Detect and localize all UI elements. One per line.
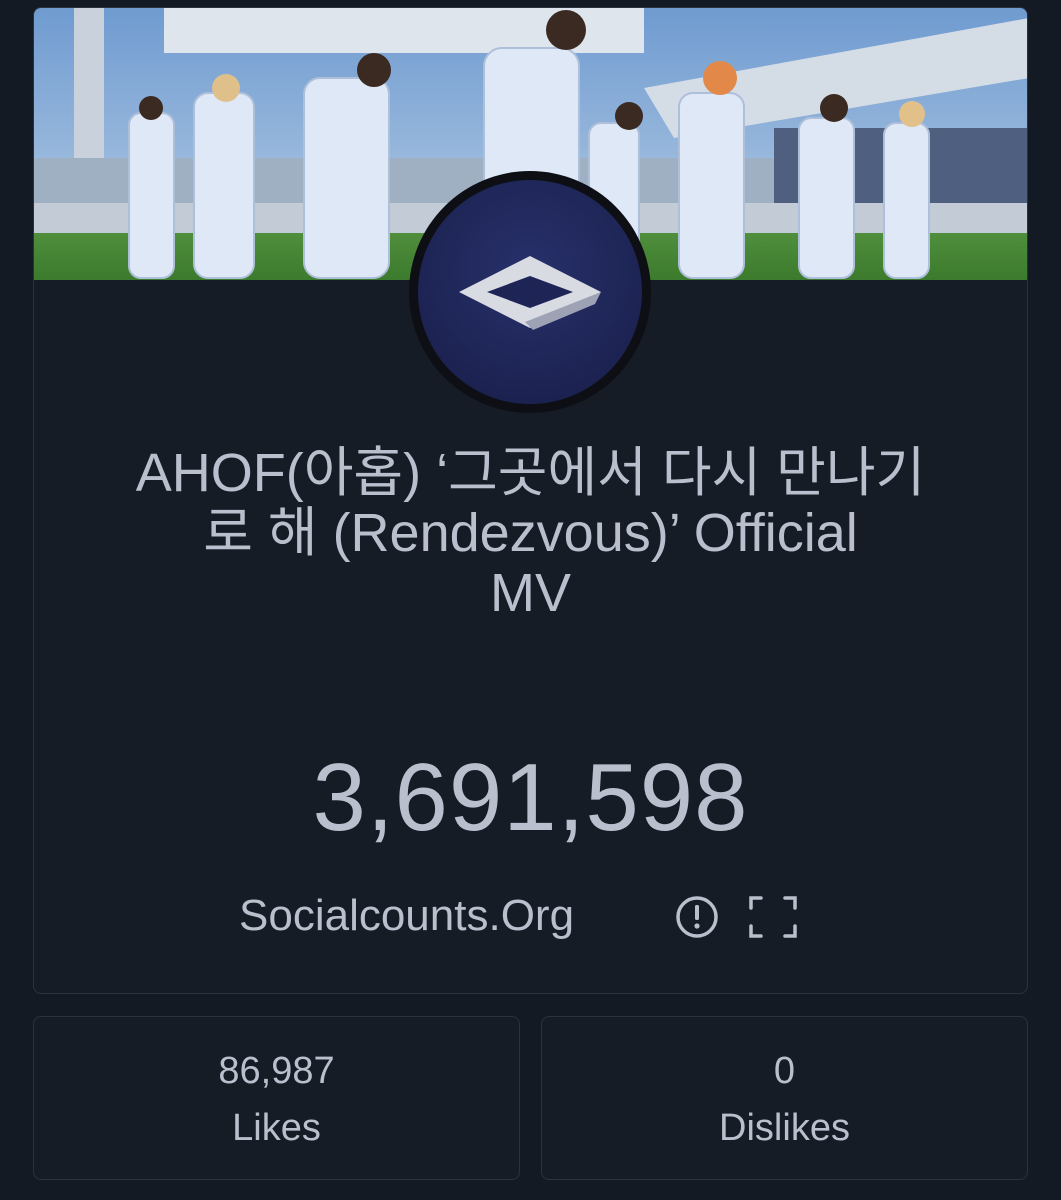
diamond-logo-icon — [459, 256, 601, 330]
title-line-2: 로 해 (Rendezvous)’ Official — [203, 503, 858, 563]
view-count: 3,691,598 — [312, 744, 749, 851]
source-label[interactable]: Socialcounts.Org — [239, 888, 574, 944]
title-line-3: MV — [490, 563, 571, 623]
likes-value: 86,987 — [218, 1050, 335, 1092]
info-circle-icon[interactable] — [674, 894, 720, 940]
channel-avatar[interactable] — [409, 171, 651, 413]
video-title: AHOF(아홉) ‘그곳에서 다시 만나기 로 해 (Rendezvous)’ … — [34, 443, 1027, 623]
fullscreen-icon[interactable] — [747, 894, 799, 940]
likes-label: Likes — [232, 1107, 321, 1149]
dislikes-value: 0 — [773, 1050, 796, 1092]
dislikes-card: 0 Dislikes — [541, 1016, 1028, 1180]
title-line-1: AHOF(아홉) ‘그곳에서 다시 만나기 — [135, 443, 926, 503]
counter-card: AHOF(아홉) ‘그곳에서 다시 만나기 로 해 (Rendezvous)’ … — [33, 7, 1028, 994]
card-footer: Socialcounts.Org — [34, 888, 1027, 944]
dislikes-label: Dislikes — [719, 1107, 850, 1149]
likes-card: 86,987 Likes — [33, 1016, 520, 1180]
